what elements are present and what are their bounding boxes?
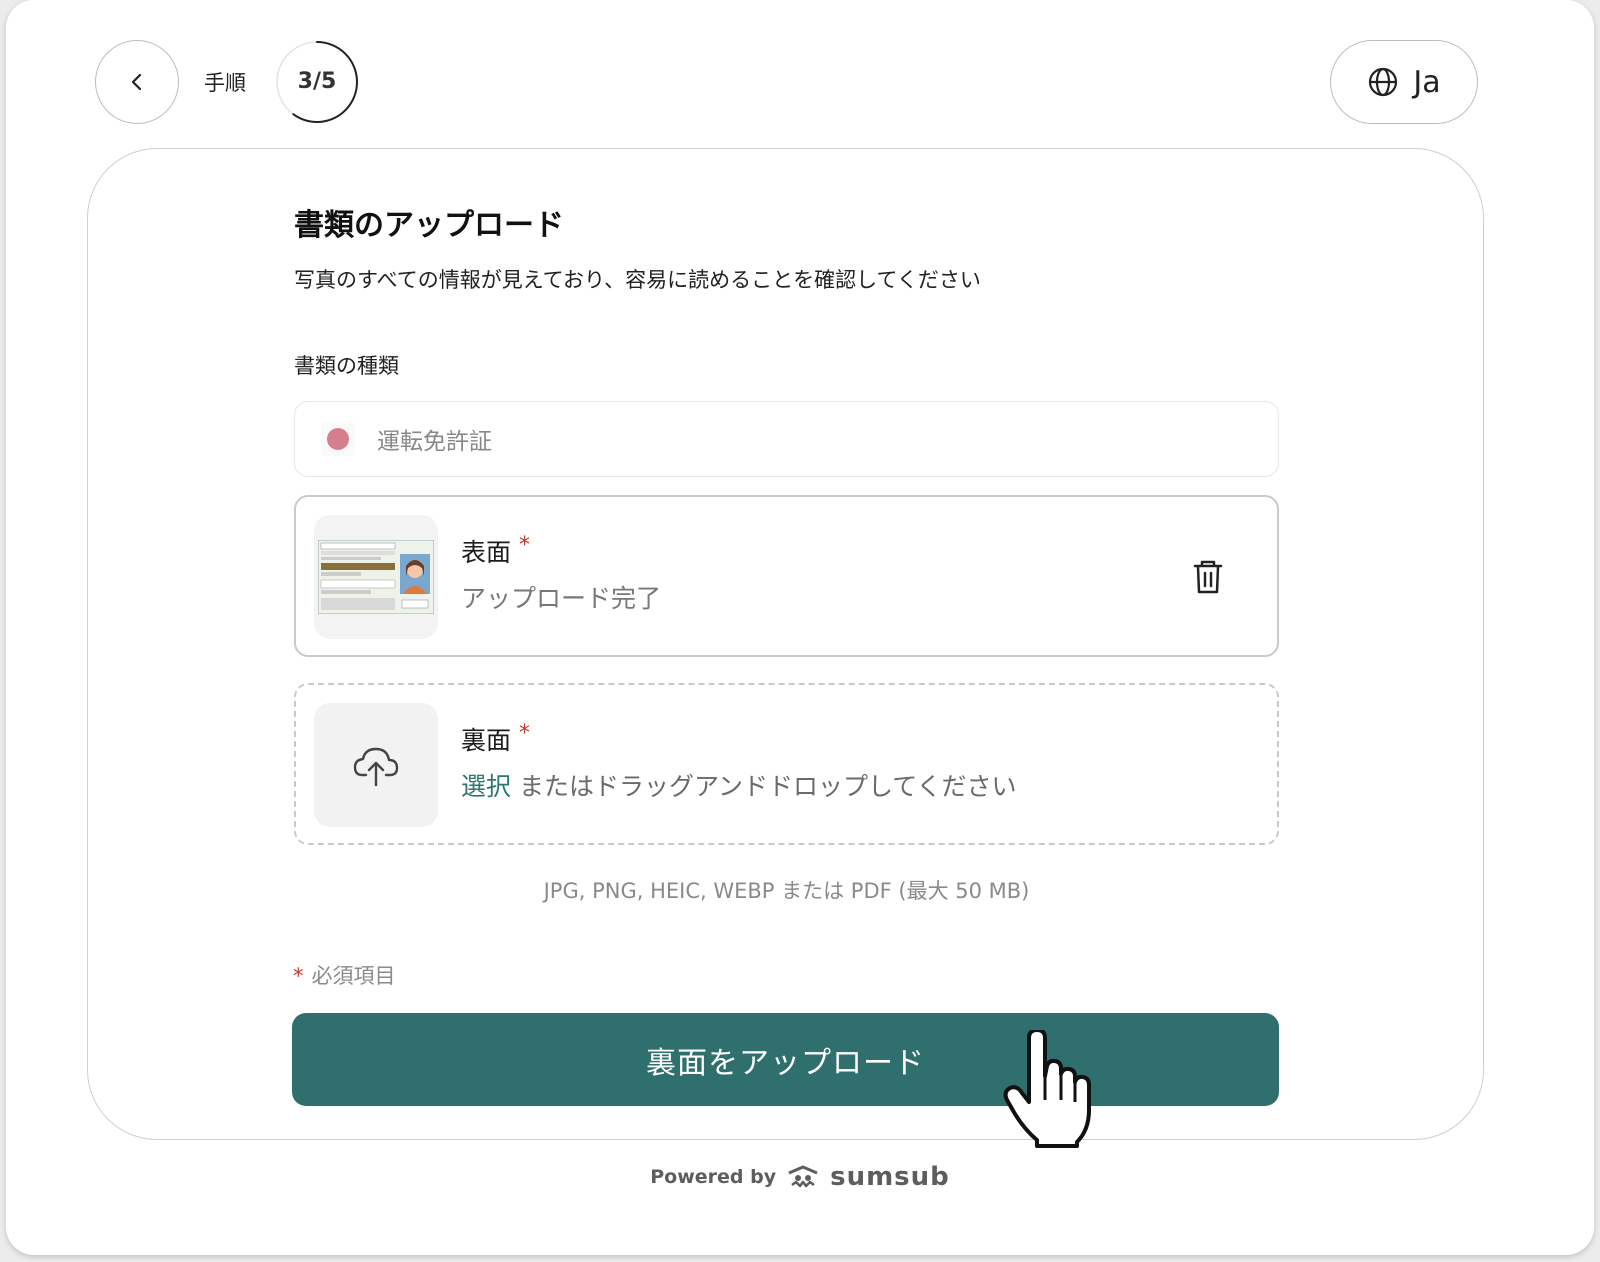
page-subtitle: 写真のすべての情報が見えており、容易に読めることを確認してください (294, 268, 981, 292)
footer: Powered by sumsub (0, 1162, 1600, 1192)
back-upload-instructions: 選択 またはドラッグアンドドロップしてください (461, 767, 1016, 803)
back-side-title: 裏面 * (461, 721, 530, 757)
step-progress-indicator: 3/5 (275, 40, 359, 124)
front-upload-status: アップロード完了 (461, 584, 662, 613)
trash-icon[interactable] (1191, 559, 1225, 595)
document-type-select[interactable]: 運転免許証 (294, 401, 1279, 477)
document-type-value: 運転免許証 (377, 429, 492, 455)
front-side-title-text: 表面 (461, 538, 512, 567)
required-asterisk: * (519, 533, 531, 558)
sumsub-logo-icon (788, 1165, 818, 1188)
required-asterisk: * (293, 964, 304, 988)
upload-back-button[interactable]: 裏面をアップロード (292, 1013, 1279, 1106)
select-file-link[interactable]: 選択 (461, 772, 511, 801)
language-label: Ja (1413, 64, 1441, 100)
front-side-title: 表面 * (461, 533, 530, 569)
front-side-upload: 表面 * アップロード完了 (294, 495, 1279, 657)
required-fields-text: 必須項目 (311, 964, 396, 988)
back-side-dropzone[interactable]: 裏面 * 選択 またはドラッグアンドドロップしてください (294, 683, 1279, 845)
document-type-label: 書類の種類 (294, 354, 399, 378)
drag-drop-text: またはドラッグアンドドロップしてください (511, 772, 1017, 801)
cloud-upload-icon (353, 747, 399, 787)
japan-flag-icon (321, 422, 355, 456)
drivers-license-image (318, 540, 434, 614)
required-fields-note: * 必須項目 (293, 960, 396, 990)
chevron-left-icon (131, 73, 142, 91)
step-label: 手順 (204, 71, 246, 95)
required-asterisk: * (519, 721, 531, 746)
hand-pointer-cursor-icon (1003, 1030, 1091, 1148)
step-counter: 3/5 (297, 69, 337, 94)
back-upload-placeholder (314, 703, 438, 827)
front-document-thumbnail (314, 515, 438, 639)
sumsub-brand: sumsub (830, 1162, 950, 1192)
powered-by-text: Powered by (650, 1166, 777, 1188)
language-button[interactable]: Ja (1330, 40, 1478, 124)
globe-icon (1369, 67, 1398, 97)
file-format-hint: JPG, PNG, HEIC, WEBP または PDF (最大 50 MB) (543, 879, 1030, 903)
back-side-title-text: 裏面 (461, 726, 512, 755)
upload-back-button-label: 裏面をアップロード (646, 1045, 925, 1081)
page-title: 書類のアップロード (294, 208, 564, 243)
back-button[interactable] (95, 40, 179, 124)
